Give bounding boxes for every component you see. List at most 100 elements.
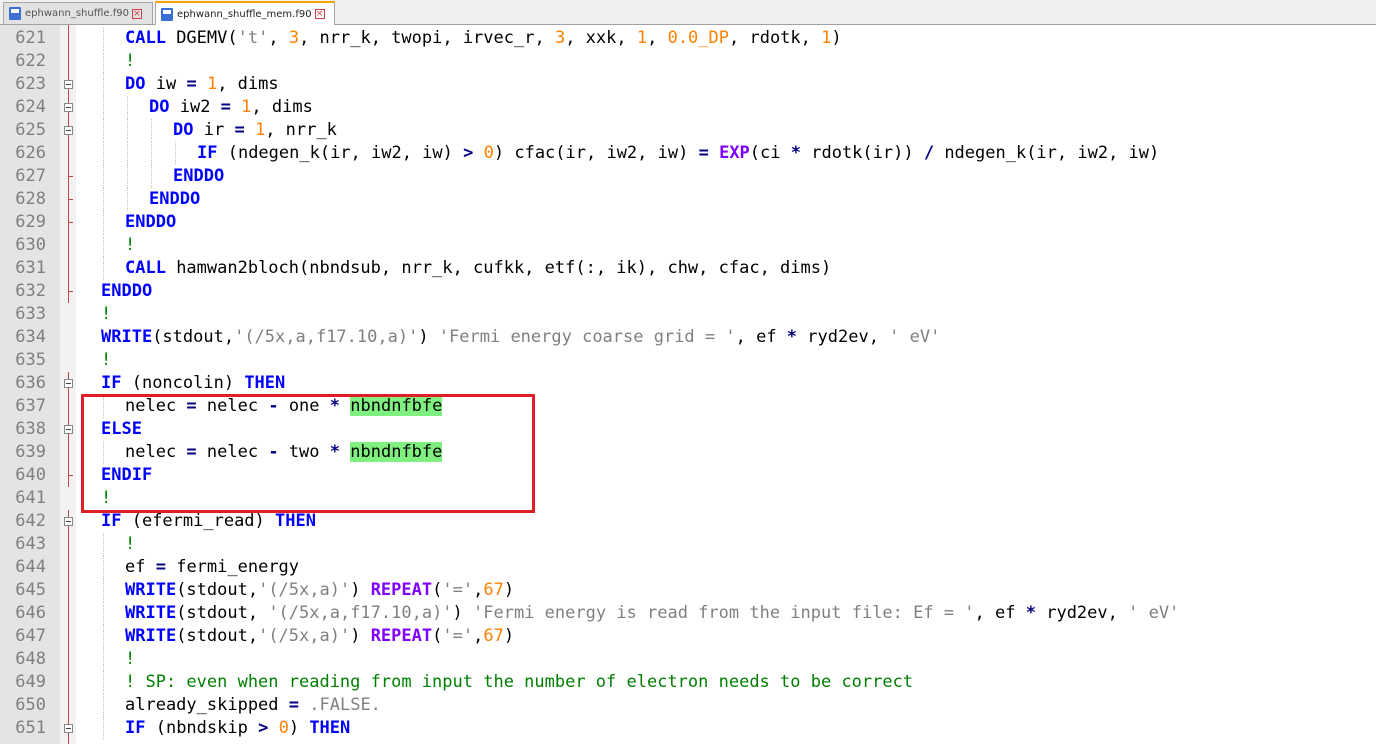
- line-number: 638: [15, 419, 46, 439]
- code-line[interactable]: 649 ! SP: even when reading from input th…: [0, 671, 1376, 694]
- line-number: 624: [15, 97, 46, 117]
- line-number: 628: [15, 189, 46, 209]
- line-number: 623: [15, 74, 46, 94]
- code-text: IF (ndegen_k(ir, iw2, iw) > 0) cfac(ir, …: [197, 143, 1160, 163]
- line-number: 633: [15, 304, 46, 324]
- line-number: 650: [15, 695, 46, 715]
- line-number: 621: [15, 28, 46, 48]
- code-text: WRITE(stdout,'(/5x,a,f17.10,a)') 'Fermi …: [101, 327, 941, 347]
- indent-guide: [103, 648, 104, 671]
- code-line[interactable]: 627 ENDDO: [0, 165, 1376, 188]
- indent-guide: [103, 671, 104, 694]
- code-line[interactable]: 648!: [0, 648, 1376, 671]
- code-text: !: [125, 51, 136, 71]
- code-text: !: [101, 304, 112, 324]
- line-number: 645: [15, 580, 46, 600]
- indent-guide: [127, 142, 128, 165]
- indent-guide: [151, 165, 152, 188]
- close-icon[interactable]: ×: [314, 9, 325, 19]
- code-line[interactable]: 636 IF (noncolin) THEN: [0, 372, 1376, 395]
- code-text: IF (efermi_read) THEN: [101, 511, 316, 531]
- indent-guide: [127, 165, 128, 188]
- file-icon: [161, 7, 173, 21]
- line-number: 635: [15, 350, 46, 370]
- code-line[interactable]: 633!: [0, 303, 1376, 326]
- indent-guide: [151, 119, 152, 142]
- code-line[interactable]: 642 IF (efermi_read) THEN: [0, 510, 1376, 533]
- code-text: ! SP: even when reading from input the n…: [125, 672, 914, 692]
- line-number: 640: [15, 465, 46, 485]
- code-line[interactable]: 634 WRITE(stdout,'(/5x,a,f17.10,a)') 'Fer…: [0, 326, 1376, 349]
- tab-label: ephwann_shuffle_mem.f90: [177, 8, 312, 20]
- code-editor[interactable]: 621 CALL DGEMV('t', 3, nrr_k, twopi, irve…: [0, 25, 1376, 744]
- indent-guide: [151, 142, 152, 165]
- code-text: !: [125, 235, 136, 255]
- code-line[interactable]: 651 IF (nbndskip > 0) THEN: [0, 717, 1376, 740]
- tab-ephwann-shuffle[interactable]: ephwann_shuffle.f90 ×: [3, 2, 153, 24]
- code-text: ENDDO: [125, 212, 177, 232]
- code-text: IF (nbndskip > 0) THEN: [125, 718, 351, 738]
- code-text: ENDDO: [149, 189, 201, 209]
- code-line[interactable]: 630!: [0, 234, 1376, 257]
- code-line[interactable]: 647 WRITE(stdout,'(/5x,a)') REPEAT('=',67…: [0, 625, 1376, 648]
- indent-guide: [103, 50, 104, 73]
- code-line[interactable]: 629 ENDDO: [0, 211, 1376, 234]
- line-number: 622: [15, 51, 46, 71]
- code-line[interactable]: 622!: [0, 50, 1376, 73]
- indent-guide: [103, 211, 104, 234]
- indent-guide: [103, 625, 104, 648]
- line-number: 625: [15, 120, 46, 140]
- code-text: !: [125, 534, 136, 554]
- line-number: 629: [15, 212, 46, 232]
- code-text: ENDDO: [173, 166, 225, 186]
- indent-guide: [103, 27, 104, 50]
- line-number: 647: [15, 626, 46, 646]
- tab-ephwann-shuffle-mem[interactable]: ephwann_shuffle_mem.f90 ×: [155, 1, 335, 25]
- code-line[interactable]: 624 DO iw2 = 1, dims: [0, 96, 1376, 119]
- indent-guide: [127, 119, 128, 142]
- indent-guide: [103, 602, 104, 625]
- code-line[interactable]: 623 DO iw = 1, dims: [0, 73, 1376, 96]
- code-text: DO iw2 = 1, dims: [149, 97, 313, 117]
- code-line[interactable]: 635!: [0, 349, 1376, 372]
- code-line[interactable]: 631 CALL hamwan2bloch(nbndsub, nrr_k, cuf…: [0, 257, 1376, 280]
- line-number: 626: [15, 143, 46, 163]
- indent-guide: [103, 717, 104, 740]
- line-number: 639: [15, 442, 46, 462]
- indent-guide: [103, 119, 104, 142]
- indent-guide: [103, 579, 104, 602]
- code-line[interactable]: 643!: [0, 533, 1376, 556]
- code-text: ENDDO: [101, 281, 153, 301]
- code-text: DO iw = 1, dims: [125, 74, 279, 94]
- indent-guide: [103, 142, 104, 165]
- code-line[interactable]: 621 CALL DGEMV('t', 3, nrr_k, twopi, irve…: [0, 27, 1376, 50]
- annotation-highlight-box: [81, 394, 535, 513]
- code-line[interactable]: 628 ENDDO: [0, 188, 1376, 211]
- code-line[interactable]: 632 ENDDO: [0, 280, 1376, 303]
- line-number: 644: [15, 557, 46, 577]
- line-number: 631: [15, 258, 46, 278]
- code-line[interactable]: 646 WRITE(stdout, '(/5x,a,f17.10,a)') 'Fe…: [0, 602, 1376, 625]
- code-line[interactable]: 644 ef = fermi_energy: [0, 556, 1376, 579]
- code-text: WRITE(stdout, '(/5x,a,f17.10,a)') 'Fermi…: [125, 603, 1180, 623]
- indent-guide: [103, 257, 104, 280]
- code-line[interactable]: 626 IF (ndegen_k(ir, iw2, iw) > 0) cfac(i…: [0, 142, 1376, 165]
- indent-guide: [103, 73, 104, 96]
- line-number: 641: [15, 488, 46, 508]
- tab-bar: ephwann_shuffle.f90 × ephwann_shuffle_me…: [0, 0, 1376, 25]
- close-icon[interactable]: ×: [131, 8, 142, 19]
- code-line[interactable]: 645 WRITE(stdout,'(/5x,a)') REPEAT('=',67…: [0, 579, 1376, 602]
- code-line[interactable]: 625 DO ir = 1, nrr_k: [0, 119, 1376, 142]
- indent-guide: [127, 96, 128, 119]
- code-text: WRITE(stdout,'(/5x,a)') REPEAT('=',67): [125, 626, 515, 646]
- line-number: 634: [15, 327, 46, 347]
- code-line[interactable]: 650 already_skipped = .FALSE.: [0, 694, 1376, 717]
- indent-guide: [103, 165, 104, 188]
- line-number: 636: [15, 373, 46, 393]
- indent-guide: [103, 556, 104, 579]
- line-number: 632: [15, 281, 46, 301]
- code-text: CALL hamwan2bloch(nbndsub, nrr_k, cufkk,…: [125, 258, 832, 278]
- line-number: 637: [15, 396, 46, 416]
- line-number: 651: [15, 718, 46, 738]
- indent-guide: [103, 533, 104, 556]
